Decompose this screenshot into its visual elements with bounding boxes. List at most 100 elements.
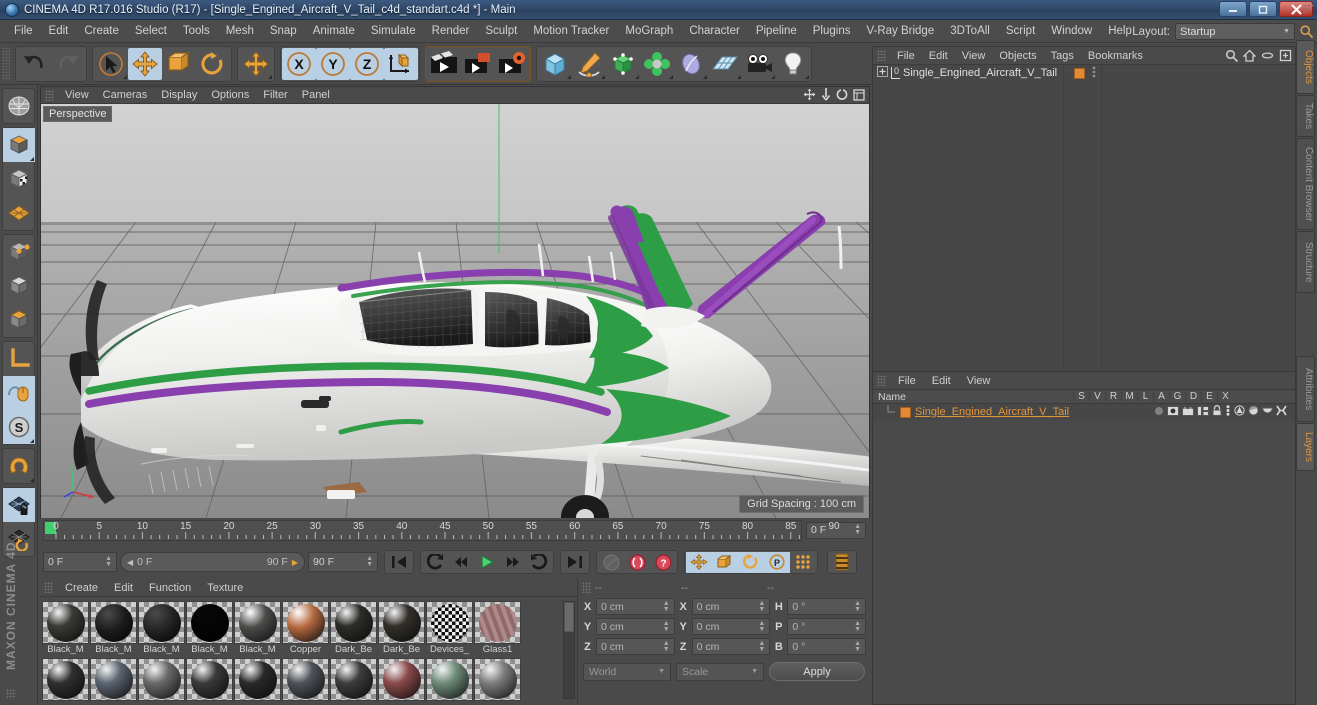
- material-swatch-cell[interactable]: Black_M: [234, 601, 281, 656]
- material-manager-grip[interactable]: [44, 582, 53, 593]
- parameter-key-icon[interactable]: P: [764, 551, 790, 573]
- material-preview[interactable]: [42, 658, 89, 701]
- material-preview[interactable]: [330, 601, 377, 644]
- menu-item-simulate[interactable]: Simulate: [363, 22, 424, 40]
- stepper-icon[interactable]: ▲ ▼: [854, 523, 861, 536]
- material-scrollbar-thumb[interactable]: [564, 602, 574, 632]
- material-swatch-cell[interactable]: Black_M: [186, 601, 233, 656]
- material-menu-texture[interactable]: Texture: [199, 582, 251, 594]
- world-coordinate-icon[interactable]: [384, 47, 418, 80]
- material-swatch-cell[interactable]: [330, 658, 377, 703]
- range-right-arrow-icon[interactable]: ▶: [292, 558, 298, 567]
- coord-size-z-field[interactable]: 0 cm ▲ ▼: [691, 638, 771, 655]
- viewport-3d-canvas[interactable]: Perspective Grid Spacing : 100 cm Y X: [41, 104, 869, 518]
- texture-mode-icon[interactable]: [3, 162, 35, 196]
- tab-takes[interactable]: Takes: [1296, 95, 1315, 137]
- material-swatch-cell[interactable]: [282, 658, 329, 703]
- material-swatch-cell[interactable]: [138, 658, 185, 703]
- generator-flag-icon[interactable]: [1234, 405, 1245, 419]
- coord-size-x-field[interactable]: 0 cm ▲ ▼: [691, 598, 771, 615]
- stepper-icon[interactable]: ▲ ▼: [663, 640, 670, 653]
- object-layer-color-swatch[interactable]: [1074, 67, 1086, 79]
- model-mode-icon[interactable]: [3, 128, 35, 162]
- layer-menu-file[interactable]: File: [890, 375, 924, 387]
- mograph-icon[interactable]: [640, 48, 674, 80]
- stepper-icon[interactable]: ▲ ▼: [366, 555, 373, 568]
- menu-item-window[interactable]: Window: [1043, 22, 1100, 40]
- render-view-icon[interactable]: [427, 48, 461, 80]
- material-menu-edit[interactable]: Edit: [106, 582, 141, 594]
- menu-item-mograph[interactable]: MoGraph: [617, 22, 681, 40]
- material-preview[interactable]: [42, 601, 89, 644]
- coord-pos-y-field[interactable]: 0 cm ▲ ▼: [596, 618, 675, 635]
- material-swatch-cell[interactable]: Black_M: [42, 601, 89, 656]
- preview-range-field[interactable]: ◀ 0 F 90 F ▶: [120, 552, 305, 572]
- cube-icon[interactable]: [538, 48, 572, 80]
- keyframe-selection-icon[interactable]: ?: [650, 552, 676, 573]
- animation-flag-icon[interactable]: [1225, 405, 1231, 419]
- lock-flag-icon[interactable]: [1212, 405, 1222, 419]
- play-icon[interactable]: [474, 552, 500, 573]
- coord-rot-b-field[interactable]: 0 ° ▲ ▼: [787, 638, 867, 655]
- material-preview[interactable]: [90, 658, 137, 701]
- menu-item-motion-tracker[interactable]: Motion Tracker: [525, 22, 617, 40]
- move-alt-icon[interactable]: [239, 48, 273, 80]
- object-tag-dots-icon[interactable]: [1092, 66, 1096, 81]
- viewport-menu-options[interactable]: Options: [204, 89, 256, 101]
- stepper-icon[interactable]: ▲ ▼: [854, 640, 861, 653]
- material-swatch-cell[interactable]: [474, 658, 521, 703]
- move-icon[interactable]: [128, 47, 162, 80]
- tab-structure[interactable]: Structure: [1296, 231, 1315, 293]
- material-scrollbar[interactable]: [563, 601, 575, 699]
- menu-item-tools[interactable]: Tools: [175, 22, 218, 40]
- menu-item-3dtoall[interactable]: 3DToAll: [942, 22, 998, 40]
- tab-content-browser[interactable]: Content Browser: [1296, 138, 1315, 230]
- range-left-arrow-icon[interactable]: ◀: [127, 558, 133, 567]
- menu-item-character[interactable]: Character: [681, 22, 748, 40]
- stepper-icon[interactable]: ▲ ▼: [758, 620, 765, 633]
- menu-item-select[interactable]: Select: [127, 22, 175, 40]
- expand-plus-icon[interactable]: [877, 66, 888, 80]
- render-flag-icon[interactable]: [1182, 405, 1194, 419]
- rotation-key-icon[interactable]: [738, 551, 764, 573]
- layer-menu-view[interactable]: View: [959, 375, 999, 387]
- maximize-button[interactable]: [1249, 1, 1277, 17]
- material-preview[interactable]: [474, 658, 521, 701]
- menu-item-script[interactable]: Script: [998, 22, 1043, 40]
- object-menu-tags[interactable]: Tags: [1044, 50, 1081, 62]
- menu-item-vray-bridge[interactable]: V-Ray Bridge: [858, 22, 942, 40]
- light-icon[interactable]: [776, 48, 810, 80]
- go-to-start-icon[interactable]: [386, 552, 412, 573]
- object-menu-file[interactable]: File: [890, 50, 922, 62]
- material-preview[interactable]: [474, 601, 521, 644]
- scene-icon[interactable]: [708, 48, 742, 80]
- coord-rot-p-field[interactable]: 0 ° ▲ ▼: [787, 618, 867, 635]
- make-editable-icon[interactable]: [3, 89, 35, 123]
- menu-item-snap[interactable]: Snap: [262, 22, 305, 40]
- point-mode-icon[interactable]: [3, 235, 35, 269]
- apply-button[interactable]: Apply: [769, 662, 865, 681]
- pen-spline-icon[interactable]: [572, 48, 606, 80]
- undo-icon[interactable]: [17, 48, 51, 80]
- xpresso-flag-icon[interactable]: [1276, 405, 1287, 419]
- material-preview[interactable]: [90, 601, 137, 644]
- enable-axis-icon[interactable]: [3, 376, 35, 410]
- object-menu-edit[interactable]: Edit: [922, 50, 955, 62]
- rotate-view-icon[interactable]: [836, 88, 848, 104]
- edge-mode-icon[interactable]: [3, 269, 35, 303]
- soft-selection-icon[interactable]: S: [3, 410, 35, 444]
- material-preview[interactable]: [138, 601, 185, 644]
- menu-item-render[interactable]: Render: [424, 22, 478, 40]
- material-swatch-cell[interactable]: [378, 658, 425, 703]
- menu-item-sculpt[interactable]: Sculpt: [477, 22, 525, 40]
- stepper-icon[interactable]: ▲ ▼: [758, 640, 765, 653]
- home-icon[interactable]: [1242, 49, 1257, 65]
- menu-item-pipeline[interactable]: Pipeline: [748, 22, 805, 40]
- end-frame-field[interactable]: 90 F ▲ ▼: [308, 552, 378, 572]
- viewport-grip[interactable]: [45, 89, 54, 101]
- deformer-icon[interactable]: [674, 48, 708, 80]
- material-preview[interactable]: [282, 601, 329, 644]
- stepper-icon[interactable]: ▲ ▼: [663, 600, 670, 613]
- timeline-ruler[interactable]: 0 5 10 15 20 25 30 35 40 45 50 55 60 65 70 75 80 85 90: [43, 519, 840, 541]
- layer-color-swatch[interactable]: [900, 406, 911, 418]
